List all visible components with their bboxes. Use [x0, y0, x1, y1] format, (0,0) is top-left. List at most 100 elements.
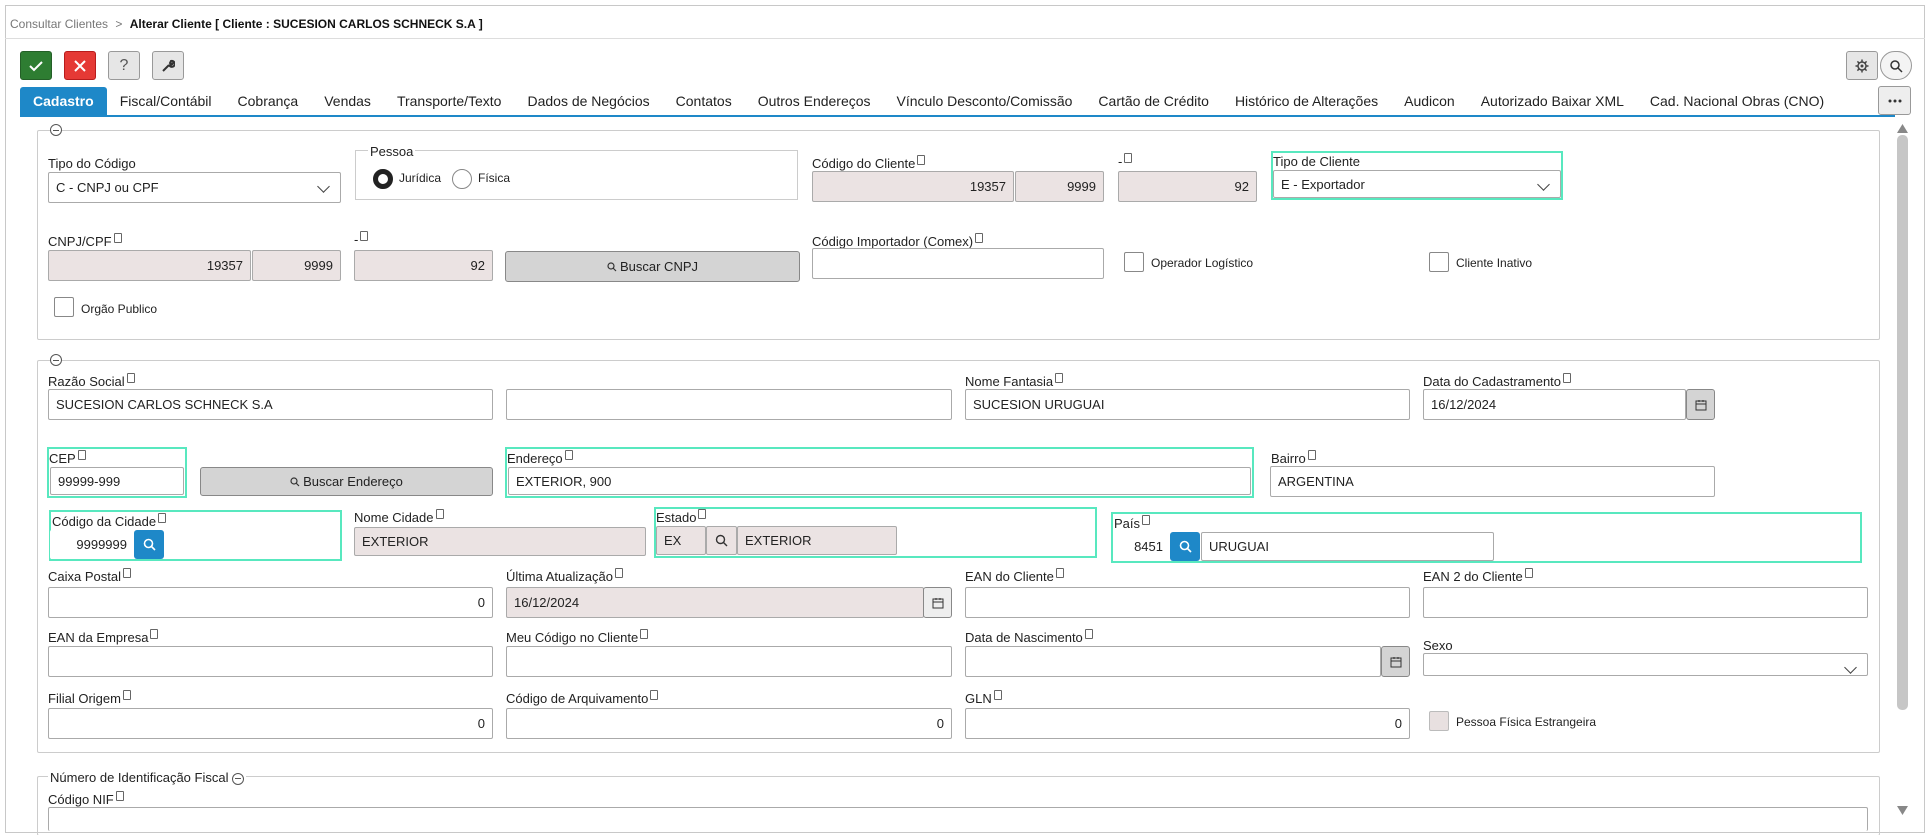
- copy-icon[interactable]: [112, 791, 124, 806]
- copy-icon[interactable]: [119, 568, 131, 583]
- tab-outros-enderecos[interactable]: Outros Endereços: [745, 87, 884, 115]
- tipo-codigo-select[interactable]: C - CNPJ ou CPF: [48, 172, 341, 203]
- copy-icon[interactable]: [357, 231, 369, 246]
- ean-empresa-input[interactable]: [48, 646, 493, 677]
- copy-icon[interactable]: [1121, 153, 1133, 168]
- codigo-nif-input[interactable]: [48, 807, 1868, 831]
- copy-icon[interactable]: [914, 155, 926, 170]
- copy-icon[interactable]: [110, 233, 122, 248]
- collapse-section-2-icon[interactable]: [50, 354, 62, 366]
- tab-cartao-de-credito[interactable]: Cartão de Crédito: [1085, 87, 1222, 115]
- codigo-cliente-field[interactable]: 19357: [812, 171, 1014, 202]
- tab-autorizado-baixar-xml[interactable]: Autorizado Baixar XML: [1468, 87, 1637, 115]
- filial-origem-input[interactable]: 0: [48, 708, 493, 739]
- endereco-input[interactable]: EXTERIOR, 900: [508, 467, 1251, 495]
- copy-icon[interactable]: [1081, 629, 1093, 644]
- pessoa-fisica-estrangeira-checkbox[interactable]: [1429, 711, 1449, 731]
- gln-input[interactable]: 0: [965, 708, 1410, 739]
- buscar-endereco-button[interactable]: Buscar Endereço: [200, 467, 493, 496]
- tab-cobranca[interactable]: Cobrança: [225, 87, 312, 115]
- cep-input[interactable]: 99999-999: [50, 467, 184, 495]
- tab-vinculo-desconto-comissao[interactable]: Vínculo Desconto/Comissão: [884, 87, 1086, 115]
- copy-icon[interactable]: [647, 690, 659, 705]
- data-nascimento-input[interactable]: [965, 646, 1381, 677]
- breadcrumb-parent[interactable]: Consultar Clientes: [10, 17, 108, 31]
- estado-code-field[interactable]: EX: [656, 526, 706, 555]
- settings-button[interactable]: [1846, 51, 1878, 80]
- ultima-atualizacao-calendar-button[interactable]: [923, 587, 952, 618]
- tab-cadastro[interactable]: Cadastro: [20, 87, 107, 115]
- tab-dados-de-negocios[interactable]: Dados de Negócios: [514, 87, 662, 115]
- tab-audicon[interactable]: Audicon: [1391, 87, 1468, 115]
- tab-cad-nacional-obras-cno[interactable]: Cad. Nacional Obras (CNO): [1637, 87, 1837, 115]
- estado-name-field[interactable]: EXTERIOR: [737, 526, 897, 555]
- collapse-section-1-icon[interactable]: [50, 124, 62, 136]
- pessoa-juridica-radio[interactable]: [373, 169, 393, 189]
- codigo-cliente-loja-field[interactable]: 9999: [1015, 171, 1104, 202]
- sexo-select[interactable]: [1423, 653, 1868, 676]
- copy-icon[interactable]: [147, 629, 159, 644]
- codigo-cidade-search-button[interactable]: [134, 530, 164, 559]
- codigo-cliente-digito-field[interactable]: 92: [1118, 171, 1257, 202]
- more-tabs-button[interactable]: [1878, 86, 1911, 115]
- copy-icon[interactable]: [123, 373, 135, 388]
- help-button[interactable]: ?: [108, 51, 140, 80]
- scroll-down-arrow[interactable]: [1897, 803, 1908, 818]
- nome-fantasia-input[interactable]: SUCESION URUGUAI: [965, 389, 1410, 420]
- cnpj-field[interactable]: 19357: [48, 250, 251, 281]
- buscar-cnpj-button[interactable]: Buscar CNPJ: [505, 251, 800, 282]
- copy-icon[interactable]: [1521, 568, 1533, 583]
- tab-contatos[interactable]: Contatos: [663, 87, 745, 115]
- meu-codigo-input[interactable]: [506, 646, 952, 677]
- pais-search-button[interactable]: [1170, 532, 1200, 561]
- cnpj-filial-field[interactable]: 9999: [252, 250, 341, 281]
- data-nascimento-calendar-button[interactable]: [1381, 646, 1410, 677]
- orgao-publico-checkbox[interactable]: [54, 297, 74, 317]
- copy-icon[interactable]: [155, 513, 167, 528]
- cnpj-digito-field[interactable]: 92: [354, 250, 493, 281]
- copy-icon[interactable]: [1139, 515, 1151, 530]
- ultima-atualizacao-field[interactable]: 16/12/2024: [506, 587, 924, 618]
- copy-icon[interactable]: [695, 509, 707, 524]
- pais-name-field[interactable]: URUGUAI: [1201, 532, 1494, 561]
- copy-icon[interactable]: [1560, 373, 1572, 388]
- save-button[interactable]: [20, 51, 52, 80]
- tab-fiscal-contabil[interactable]: Fiscal/Contábil: [107, 87, 225, 115]
- tab-vendas[interactable]: Vendas: [311, 87, 384, 115]
- copy-icon[interactable]: [1304, 450, 1316, 465]
- tipo-cliente-select[interactable]: E - Exportador: [1273, 170, 1561, 198]
- tab-transporte-texto[interactable]: Transporte/Texto: [384, 87, 515, 115]
- caixa-postal-input[interactable]: 0: [48, 587, 493, 618]
- razao-social-complemento-input[interactable]: [506, 389, 952, 420]
- scrollbar-thumb[interactable]: [1897, 135, 1908, 710]
- copy-icon[interactable]: [74, 450, 86, 465]
- nome-cidade-field[interactable]: EXTERIOR: [354, 527, 646, 556]
- copy-icon[interactable]: [637, 629, 649, 644]
- bairro-input[interactable]: ARGENTINA: [1270, 466, 1715, 497]
- copy-icon[interactable]: [972, 233, 984, 248]
- copy-icon[interactable]: [119, 690, 131, 705]
- copy-icon[interactable]: [1052, 568, 1064, 583]
- pessoa-fisica-radio[interactable]: [452, 169, 472, 189]
- razao-social-input[interactable]: SUCESION CARLOS SCHNECK S.A: [48, 389, 493, 420]
- ean-cliente-input[interactable]: [965, 587, 1410, 618]
- collapse-section-3-icon[interactable]: [232, 772, 245, 785]
- copy-icon[interactable]: [611, 568, 623, 583]
- codigo-arquivamento-input[interactable]: 0: [506, 708, 952, 739]
- copy-icon[interactable]: [561, 450, 573, 465]
- data-cadastramento-calendar-button[interactable]: [1686, 389, 1715, 420]
- codigo-importador-input[interactable]: [812, 248, 1104, 279]
- codigo-cidade-input[interactable]: 9999999: [50, 530, 134, 559]
- copy-icon[interactable]: [990, 690, 1002, 705]
- copy-icon[interactable]: [432, 509, 444, 524]
- pais-code-input[interactable]: 8451: [1114, 532, 1170, 561]
- ean2-cliente-input[interactable]: [1423, 587, 1868, 618]
- estado-search-button[interactable]: [706, 526, 737, 555]
- tools-button[interactable]: [152, 51, 184, 80]
- scroll-up-arrow[interactable]: [1897, 121, 1908, 136]
- tab-historico-de-alteracoes[interactable]: Histórico de Alterações: [1222, 87, 1391, 115]
- operador-logistico-checkbox[interactable]: [1124, 252, 1144, 272]
- cliente-inativo-checkbox[interactable]: [1429, 252, 1449, 272]
- copy-icon[interactable]: [1052, 373, 1064, 388]
- data-cadastramento-input[interactable]: 16/12/2024: [1423, 389, 1686, 420]
